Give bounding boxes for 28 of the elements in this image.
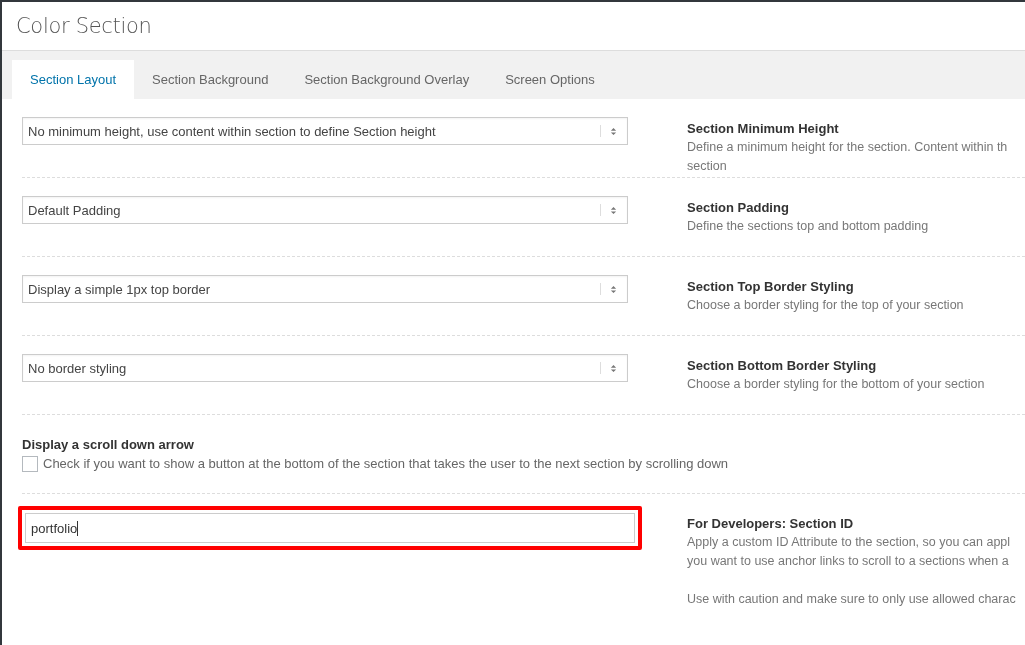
setting-title: Section Bottom Border Styling bbox=[687, 357, 878, 375]
setting-description: Use with caution and make sure to only use allowed charac bbox=[687, 591, 1016, 608]
setting-title: Section Minimum Height bbox=[687, 120, 840, 138]
setting-description: Choose a border styling for the top of your section bbox=[687, 297, 964, 314]
setting-description: Define a minimum height for the section. Content within th section bbox=[687, 139, 1008, 175]
checkbox[interactable] bbox=[22, 455, 38, 472]
tab[interactable]: Section Layout bbox=[12, 60, 134, 99]
dropdown[interactable]: No minimum height, use content within section to define Section height bbox=[22, 117, 628, 145]
dropdown[interactable]: No border styling bbox=[22, 354, 628, 382]
tab[interactable]: Section Background bbox=[134, 60, 287, 99]
sort-arrows-icon bbox=[610, 284, 617, 294]
checkbox-label: Check if you want to show a button at the bottom of the section that takes the user to the next section by scrolling down bbox=[43, 455, 729, 473]
setting-title: Section Top Border Styling bbox=[687, 278, 855, 296]
setting-description: Choose a border styling for the bottom of your section bbox=[687, 376, 985, 393]
input-field[interactable]: portfolio bbox=[25, 513, 635, 543]
setting-description: Apply a custom ID Attribute to the section, so you can appl you want to use anchor links to scroll to a sections when a bbox=[687, 534, 1012, 570]
sort-arrows-icon bbox=[610, 205, 617, 215]
window-title: Color Section bbox=[16, 14, 152, 38]
setting-title: Section Padding bbox=[687, 199, 790, 217]
tab[interactable]: Screen Options bbox=[487, 60, 613, 99]
dropdown[interactable]: Display a simple 1px top border bbox=[22, 275, 628, 303]
sort-arrows-icon bbox=[610, 126, 617, 136]
dropdown[interactable]: Default Padding bbox=[22, 196, 628, 224]
sort-arrows-icon bbox=[610, 363, 617, 373]
setting-title: Display a scroll down arrow bbox=[22, 436, 195, 454]
setting-description: Define the sections top and bottom padding bbox=[687, 218, 929, 235]
tab[interactable]: Section Background Overlay bbox=[286, 60, 488, 99]
setting-title: For Developers: Section ID bbox=[687, 515, 855, 533]
